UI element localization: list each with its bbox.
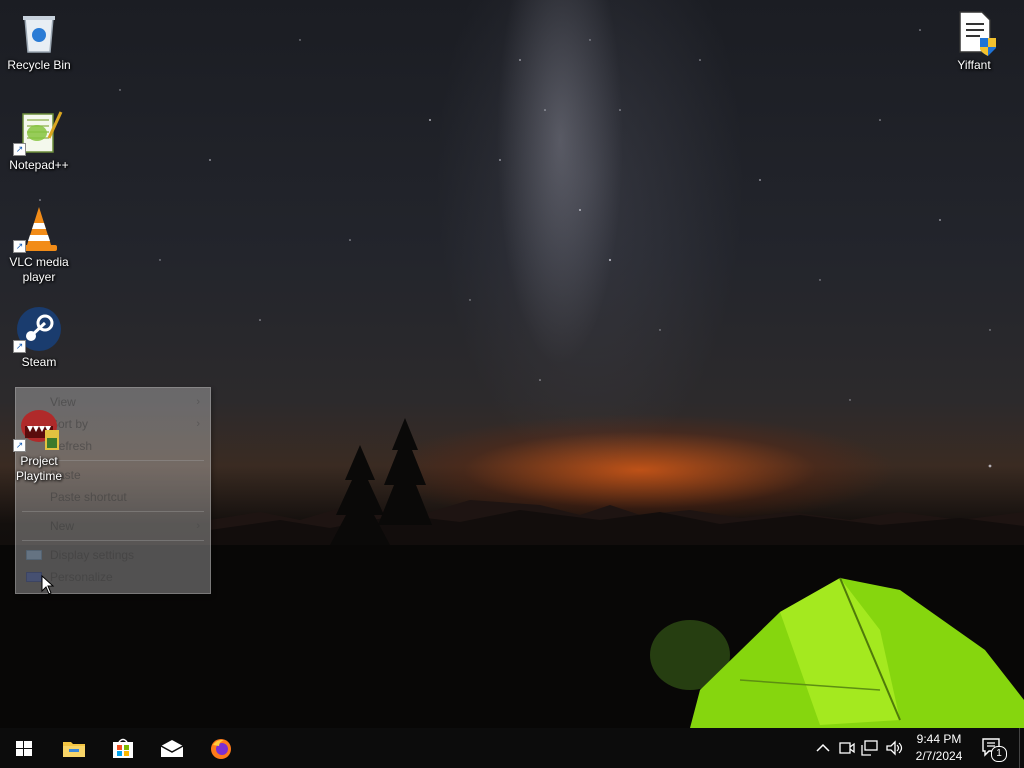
- menu-item-paste-shortcut[interactable]: Paste shortcut: [16, 486, 210, 508]
- start-button[interactable]: [0, 728, 48, 768]
- shortcut-arrow-icon: ↗: [13, 240, 26, 253]
- display-settings-icon: [26, 550, 42, 560]
- action-center-button[interactable]: 1: [980, 735, 1007, 762]
- project-playtime-desktop-icon[interactable]: ↗ Project Playtime: [1, 404, 77, 484]
- night-sky-landscape: [0, 29, 1024, 728]
- vlc-cone-icon: ↗: [13, 205, 63, 253]
- volume-icon[interactable]: [885, 739, 903, 757]
- menu-item-personalize-label: Personalize: [50, 570, 113, 584]
- clock-date: 2/7/2024: [915, 749, 963, 763]
- recycle-bin-label: Recycle Bin: [7, 58, 71, 72]
- microsoft-store-icon: [113, 738, 133, 758]
- notepadpp-icon: ↗: [13, 108, 63, 156]
- taskbar: 9:44 PM 2/7/2024 1: [0, 728, 1024, 768]
- document-shield-icon: [950, 8, 998, 56]
- steam-icon: ↗: [13, 305, 63, 353]
- desktop-wallpaper: [0, 0, 1024, 728]
- vlc-label: VLC media player: [9, 255, 69, 284]
- firefox-button[interactable]: [197, 728, 245, 768]
- notepadpp-label: Notepad++: [9, 158, 69, 172]
- recycle-bin-desktop-icon[interactable]: Recycle Bin: [1, 8, 77, 73]
- clock-time: 9:44 PM: [916, 732, 962, 746]
- steam-desktop-icon[interactable]: ↗ Steam: [1, 305, 77, 370]
- shortcut-arrow-icon: ↗: [13, 340, 26, 353]
- chevron-right-icon: ›: [196, 418, 200, 430]
- menu-item-new-label: New: [50, 519, 75, 533]
- chevron-right-icon: ›: [196, 396, 200, 408]
- network-icon[interactable]: [861, 739, 879, 757]
- menu-item-paste-shortcut-label: Paste shortcut: [50, 490, 127, 504]
- steam-label: Steam: [21, 355, 57, 369]
- notepadpp-desktop-icon[interactable]: ↗ Notepad++: [1, 108, 77, 173]
- yiffant-desktop-icon[interactable]: Yiffant: [936, 8, 1012, 73]
- yiffant-label: Yiffant: [957, 58, 991, 72]
- taskbar-clock[interactable]: 9:44 PM 2/7/2024: [905, 731, 973, 765]
- file-explorer-button[interactable]: [50, 728, 98, 768]
- chevron-up-icon[interactable]: [814, 739, 832, 757]
- menu-item-display-settings[interactable]: Display settings: [16, 544, 210, 566]
- mail-button[interactable]: [148, 728, 196, 768]
- menu-item-new[interactable]: New ›: [16, 515, 210, 537]
- notification-count-badge: 1: [991, 746, 1007, 762]
- mouse-cursor-icon: [41, 575, 55, 595]
- project-playtime-icon: ↗: [13, 404, 63, 452]
- start-icon: [16, 741, 32, 756]
- menu-separator: [22, 540, 204, 541]
- menu-item-display-settings-label: Display settings: [50, 548, 135, 562]
- file-explorer-icon: [63, 742, 85, 757]
- chevron-right-icon: ›: [196, 520, 200, 532]
- shortcut-arrow-icon: ↗: [13, 439, 26, 452]
- vlc-desktop-icon[interactable]: ↗ VLC media player: [1, 205, 77, 285]
- personalize-icon: [26, 572, 42, 582]
- mail-icon: [160, 740, 184, 757]
- meet-now-icon[interactable]: [838, 739, 856, 757]
- shortcut-arrow-icon: ↗: [13, 143, 26, 156]
- firefox-icon: [211, 739, 231, 759]
- menu-separator: [22, 511, 204, 512]
- show-desktop-button[interactable]: [1019, 728, 1024, 768]
- microsoft-store-button[interactable]: [99, 728, 147, 768]
- recycle-bin-icon: [15, 8, 63, 56]
- project-playtime-label: Project Playtime: [15, 454, 62, 483]
